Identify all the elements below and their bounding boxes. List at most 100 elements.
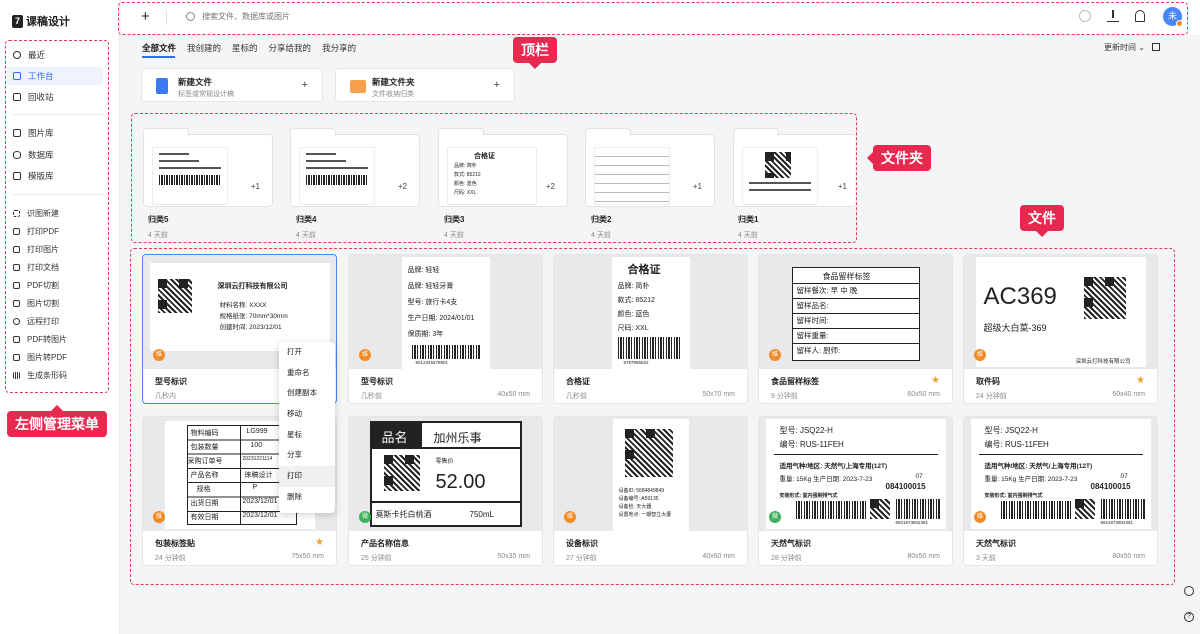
- file-preview: 型号: JSQ22-H 编号: RUS-11FEH 适用气种/地区: 天然气/上…: [964, 417, 1157, 531]
- sidebar-item-templates[interactable]: 模版库: [7, 167, 103, 185]
- sidebar-item-label: 工作台: [28, 71, 54, 81]
- sidebar-item-barcode[interactable]: 生成条形码: [7, 366, 103, 384]
- file-card[interactable]: 品名 加州乐事 零售价 52.00 莫斯卡托白桃酒 750mL 微 产品名称信息…: [348, 416, 543, 566]
- label-text: 款式: 85212: [617, 297, 655, 304]
- plus-icon: +: [493, 79, 500, 91]
- file-card[interactable]: 合格证 品牌: 简朴 款式: 85212 颜色: 蓝色 尺码: XXL 9787…: [553, 254, 748, 404]
- template-icon: [13, 172, 21, 180]
- label-preview: 合格证 品牌: 简朴 款式: 85212 颜色: 蓝色 尺码: XXL 9787…: [611, 257, 690, 369]
- tab-starred[interactable]: 星标的: [232, 42, 258, 54]
- label-text: 徕稿设计: [244, 472, 273, 479]
- folder-card[interactable]: +1: [733, 128, 855, 207]
- label-text: 6921873802381: [1100, 520, 1134, 525]
- new-folder-card[interactable]: 新建文件夹 文件收纳归类 +: [335, 68, 515, 102]
- sidebar-item-print-doc[interactable]: 打印文档: [7, 258, 103, 276]
- new-file-card[interactable]: 新建文件 标签或常规设计稿 +: [141, 68, 323, 102]
- sidebar-item-workspace[interactable]: 工作台: [7, 67, 103, 85]
- folder-card[interactable]: +1: [143, 128, 273, 207]
- sidebar-item-label: 识图新建: [27, 208, 59, 218]
- menu-item-duplicate[interactable]: 创建副本: [279, 383, 335, 404]
- folder-card[interactable]: +2: [290, 128, 420, 207]
- app-logo[interactable]: 7 课稿设计: [12, 13, 70, 29]
- menu-item-open[interactable]: 打开: [279, 342, 335, 363]
- label-text: 适用气种/地区: 天然气/上海专用(12T): [984, 463, 1093, 470]
- file-size: 40x50 mm: [497, 391, 530, 398]
- label-preview: 食品留样标签 留样餐次: 早 中 晚 留样品名: 留样时间: 留样重量: 留样人…: [791, 267, 920, 361]
- sidebar-item-trash[interactable]: 回收站: [7, 88, 103, 106]
- label-text: 编号: RUS-11FEH: [779, 440, 844, 449]
- folder-icon: [350, 80, 366, 93]
- menu-item-share[interactable]: 分享: [279, 445, 335, 466]
- menu-item-delete[interactable]: 删除: [279, 487, 335, 508]
- file-tag: 维: [564, 511, 576, 523]
- sidebar-item-print-pdf[interactable]: 打印PDF: [7, 222, 103, 240]
- label-text: 品名: [381, 430, 408, 445]
- label-text: 设备ID: 5684849849: [618, 488, 665, 494]
- menu-item-rename[interactable]: 重命名: [279, 363, 335, 384]
- download-icon[interactable]: [1107, 10, 1119, 22]
- tab-shared-with-me[interactable]: 分享给我的: [269, 42, 312, 54]
- label-text: 2023/12/01: [242, 498, 278, 505]
- sidebar-item-pdf-to-image[interactable]: PDF转图片: [7, 330, 103, 348]
- file-card[interactable]: 食品留样标签 留样餐次: 早 中 晚 留样品名: 留样时间: 留样重量: 留样人…: [758, 254, 953, 404]
- label-text: 设备检: 天大器: [618, 504, 652, 510]
- logo-mark: 7: [12, 14, 23, 28]
- file-size: 75x50 mm: [291, 553, 324, 560]
- sidebar-item-recent[interactable]: 最近: [7, 46, 103, 64]
- callout-sidebar: 左侧管理菜单: [7, 405, 107, 437]
- menu-item-star[interactable]: 星标: [279, 425, 335, 446]
- file-size: 50x35 mm: [497, 553, 530, 560]
- sidebar-item-pdf-split[interactable]: PDF切割: [7, 276, 103, 294]
- menu-item-move[interactable]: 移动: [279, 404, 335, 425]
- file-icon: [156, 78, 168, 94]
- star-icon[interactable]: ★: [315, 537, 324, 548]
- sidebar-item-print-image[interactable]: 打印图片: [7, 240, 103, 258]
- file-preview: 设备ID: 5684849849 设备编号: A59135 设备检: 天大器 设…: [554, 417, 747, 531]
- file-card[interactable]: 型号: JSQ22-H 编号: RUS-11FEH 适用气种/地区: 天然气/上…: [963, 416, 1158, 566]
- help-icon[interactable]: ?: [1184, 612, 1194, 622]
- face-icon[interactable]: [1079, 10, 1091, 22]
- barcode: [895, 499, 940, 519]
- sidebar-item-image-split[interactable]: 图片切割: [7, 294, 103, 312]
- file-title: 天然气标识: [771, 539, 811, 548]
- file-card[interactable]: 型号: JSQ22-H 编号: RUS-11FEH 适用气种/地区: 天然气/上…: [758, 416, 953, 566]
- menu-item-print[interactable]: 打印: [279, 466, 335, 487]
- sidebar-item-remote-print[interactable]: 远程打印: [7, 312, 103, 330]
- bell-icon[interactable]: [1135, 10, 1145, 22]
- sidebar-item-database[interactable]: 数据库: [7, 146, 103, 164]
- sidebar-item-image-library[interactable]: 图片库: [7, 124, 103, 142]
- star-icon[interactable]: ★: [931, 375, 940, 386]
- file-preview: AC369 超级大白菜-369 深圳云打科技有限公司 维: [964, 255, 1157, 369]
- avatar[interactable]: 未: [1163, 7, 1183, 27]
- file-card[interactable]: 设备ID: 5684849849 设备编号: A59135 设备检: 天大器 设…: [553, 416, 748, 566]
- add-button[interactable]: +: [141, 8, 150, 25]
- tab-all-files[interactable]: 全部文件: [142, 42, 176, 54]
- tab-my-shares[interactable]: 我分享的: [322, 42, 356, 54]
- label-text: 食品留样标签: [822, 272, 871, 281]
- folder-card[interactable]: +1: [585, 128, 715, 207]
- file-card[interactable]: 品牌: 轻轻 品牌: 轻轻牙膏 型号: 旅行卡4支 生产日期: 2024/01/…: [348, 254, 543, 404]
- sidebar-item-label: PDF切割: [27, 280, 59, 290]
- folder-card[interactable]: 合格证 品牌: 简朴 款式: 85212 颜色: 蓝色 尺码: XXL +2: [438, 128, 568, 207]
- label-text: 20231221114: [242, 456, 273, 462]
- label-text: 品牌: 轻轻牙膏: [407, 283, 454, 290]
- label-preview: 深圳云打科技有限公司 材料名称: XXXX 规格纸张: 70mm*30mm 创建…: [149, 263, 330, 351]
- file-card[interactable]: AC369 超级大白菜-369 深圳云打科技有限公司 维 取件码 ★ 24 分钟…: [963, 254, 1158, 404]
- sidebar-item-scan-create[interactable]: 识图新建: [7, 204, 103, 222]
- preview-title: 合格证: [474, 153, 495, 160]
- database-icon: [13, 151, 21, 159]
- search-input[interactable]: [202, 12, 502, 21]
- label-preview: 型号: JSQ22-H 编号: RUS-11FEH 适用气种/地区: 天然气/上…: [970, 419, 1151, 529]
- new-folder-title: 新建文件夹: [372, 77, 415, 87]
- new-file-title: 新建文件: [178, 77, 213, 87]
- headset-icon[interactable]: [1184, 586, 1194, 596]
- folder-name: 归类4: [296, 215, 317, 224]
- sort-dropdown[interactable]: 更新时间 ⌄: [1104, 42, 1145, 53]
- label-preview: AC369 超级大白菜-369 深圳云打科技有限公司: [975, 257, 1146, 367]
- label-text: 安装形式: 室内强制排气式: [779, 493, 838, 499]
- tab-created-by-me[interactable]: 我创建的: [187, 42, 221, 54]
- file-size: 80x50 mm: [1112, 553, 1145, 560]
- star-icon[interactable]: ★: [1136, 375, 1145, 386]
- grid-view-icon[interactable]: [1152, 43, 1160, 51]
- sidebar-item-image-to-pdf[interactable]: 图片转PDF: [7, 348, 103, 366]
